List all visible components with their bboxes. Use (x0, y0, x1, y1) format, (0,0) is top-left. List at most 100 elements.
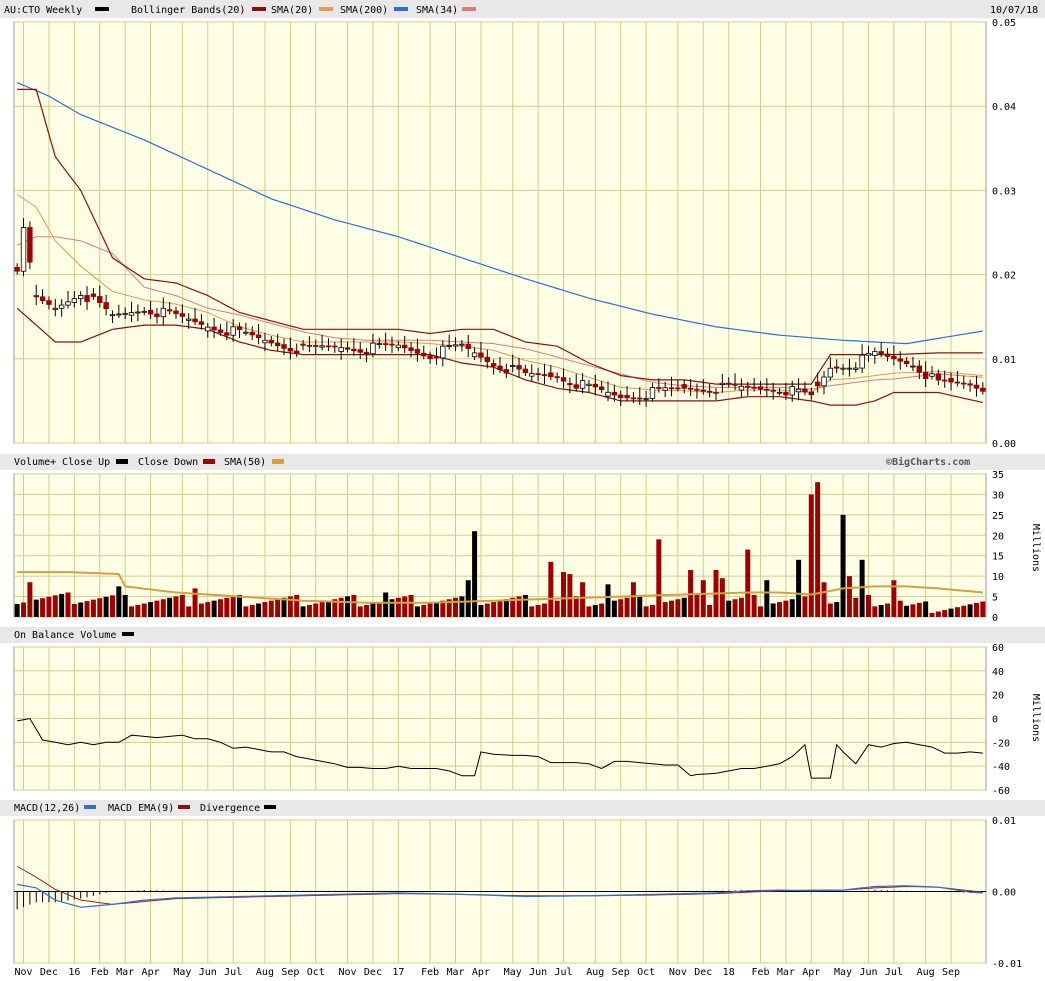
volume-bar (973, 602, 979, 617)
candle-body (243, 331, 249, 334)
candle-body (255, 334, 262, 338)
candle-body (802, 388, 808, 393)
volume-bar (719, 578, 725, 617)
x-tick-label: Feb (91, 967, 109, 978)
price-tick-label: 0.05 (992, 18, 1016, 29)
candle-body (897, 358, 903, 362)
volume-bar (522, 594, 528, 617)
volume-bar (707, 604, 713, 617)
candle-body (942, 379, 948, 382)
volume-bar (129, 606, 135, 617)
candle-body (268, 339, 274, 344)
candle-body (859, 354, 865, 369)
candle-body (433, 356, 440, 359)
candle-body (948, 377, 954, 383)
volume-bar (186, 606, 192, 617)
volume-bar (859, 559, 865, 617)
volume-bar (935, 611, 941, 617)
candle-body (637, 397, 643, 400)
candle-body (52, 307, 58, 310)
ticker-label: AU:CTO Weekly (4, 5, 82, 16)
volume-bar (116, 586, 122, 617)
volume-bar (357, 606, 363, 617)
volume-bar (402, 596, 408, 617)
candle-body (58, 304, 65, 309)
volume-bar (249, 604, 255, 617)
candle-body (853, 367, 859, 370)
candle-body (192, 318, 198, 323)
volume-bar (961, 605, 967, 617)
x-tick-label: Nov (669, 967, 687, 978)
volume-bar (478, 604, 484, 617)
candle-body (236, 326, 243, 330)
legend-macd-ema: MACD EMA(9) (108, 803, 174, 814)
x-tick-label: Jul (554, 967, 572, 978)
volume-bar (764, 580, 770, 617)
candle-body (973, 384, 980, 389)
volume-bar (256, 603, 262, 617)
volume-bar (561, 572, 567, 617)
obv-panel: On Balance Volume 60 40 20 0 -20 -40 -60 Milli… (0, 627, 1045, 797)
volume-bar (268, 600, 274, 617)
candle-body (211, 326, 217, 331)
watermark: ©BigCharts.com (886, 456, 970, 468)
volume-bar (243, 606, 249, 617)
volume-bar (738, 597, 744, 617)
candle-body (872, 351, 878, 356)
volume-bar (90, 599, 96, 617)
x-tick-label: Sep (281, 967, 299, 978)
candle-body (573, 384, 579, 389)
volume-bar (281, 597, 287, 617)
candle-body (363, 351, 370, 355)
volume-bar (84, 601, 90, 617)
candle-body (319, 345, 325, 348)
candle-body (865, 352, 872, 356)
x-tick-label: Dec (40, 967, 58, 978)
candle-body (376, 343, 382, 346)
x-tick-label: 17 (392, 967, 404, 978)
candle-body (65, 301, 71, 306)
volume-bar (954, 607, 960, 617)
candle-body (814, 381, 821, 387)
candle-body (46, 300, 52, 305)
candle-body (846, 367, 853, 370)
candle-body (605, 391, 611, 397)
candle-body (186, 318, 192, 321)
volume-bar (503, 599, 509, 617)
candle-body (624, 394, 630, 399)
candle-body (783, 391, 789, 396)
volume-bar (21, 602, 27, 617)
volume-bar (237, 594, 243, 617)
legend-sma200: SMA(200) (340, 5, 388, 16)
candle-body (834, 366, 840, 369)
candle-body (713, 391, 719, 394)
volume-bar (821, 582, 827, 617)
volume-bar (173, 596, 179, 617)
obv-header-bar (0, 627, 1045, 643)
candle-body (687, 387, 694, 390)
volume-bar (599, 603, 605, 617)
x-tick-label: Sep (612, 967, 630, 978)
candle-body (738, 385, 745, 391)
legend-macd: MACD(12,26) (14, 803, 80, 814)
volume-bar (567, 574, 573, 617)
volume-bar (40, 598, 46, 617)
x-tick-label: Jun (529, 967, 547, 978)
candle-body (726, 382, 732, 385)
volume-bar (675, 599, 681, 617)
candle-body (586, 383, 592, 386)
volume-bar (796, 559, 802, 617)
volume-bar (198, 603, 204, 617)
volume-bar (783, 600, 789, 617)
x-tick-label: Mar (777, 967, 795, 978)
candle-body (776, 391, 783, 394)
volume-bar (827, 603, 833, 617)
volume-bar (300, 606, 306, 617)
price-y-axis: 0.05 0.04 0.03 0.02 0.01 0.00 (992, 18, 1016, 450)
candle-body (382, 343, 389, 346)
volume-bar (459, 596, 465, 617)
x-tick-label: Feb (751, 967, 769, 978)
candle-body (535, 373, 541, 376)
candle-body (789, 386, 795, 396)
volume-unit-label: Millions (1030, 524, 1041, 572)
